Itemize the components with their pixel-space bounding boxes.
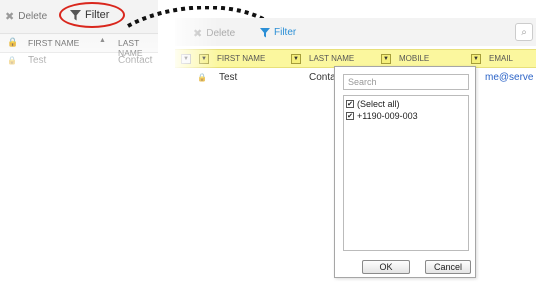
right-delete-label: Delete — [206, 28, 236, 39]
filter-option-mobile-value[interactable]: ✔ +1190-009-003 — [346, 110, 418, 122]
search-icon[interactable]: ⌕ — [515, 23, 533, 41]
col-first-name-label: FIRST NAME — [217, 54, 266, 63]
funnel-icon — [260, 27, 270, 38]
left-delete-label: Delete — [18, 11, 48, 22]
close-icon: ✖ — [193, 28, 203, 40]
filter-dropdown-button[interactable]: ▼ — [381, 53, 391, 64]
left-cell-first-name: Test — [28, 55, 47, 66]
ok-button[interactable]: OK — [362, 260, 410, 274]
highlight-oval — [59, 2, 125, 28]
checkbox-checked-icon[interactable]: ✔ — [346, 100, 354, 108]
right-filter-button[interactable]: Filter — [260, 27, 296, 38]
left-col-first-name[interactable]: FIRST NAME — [28, 38, 79, 48]
col-email-label: EMAIL — [489, 54, 514, 63]
column-first-name[interactable]: ▼ FIRST NAME ▲ — [199, 50, 296, 67]
sort-ascending-icon[interactable]: ▲ — [99, 37, 106, 44]
row-lock-icon: 🔒 — [197, 73, 207, 82]
checkbox-checked-icon[interactable]: ✔ — [346, 112, 354, 120]
close-icon: ✖ — [5, 11, 15, 23]
filter-option-select-all[interactable]: ✔ (Select all) — [346, 98, 400, 110]
lock-icon: 🔒 — [7, 37, 19, 47]
cell-first-name: Test — [219, 72, 238, 83]
col-mobile-label: MOBILE — [399, 54, 430, 63]
filter-dropdown-button[interactable]: ▼ — [471, 53, 481, 64]
column-mobile[interactable]: ▼ MOBILE — [381, 50, 429, 67]
option-label: +1190-009-003 — [357, 111, 418, 121]
filter-dropdown-button[interactable]: ▼ — [291, 53, 301, 64]
option-label: (Select all) — [357, 99, 400, 109]
select-column-cell: ▼ — [181, 50, 191, 67]
filter-dropdown-button[interactable]: ▼ — [199, 53, 209, 64]
right-toolbar: ✖ Delete Filter ⌕ — [175, 18, 536, 46]
row-lock-icon: 🔒 — [7, 56, 17, 65]
left-delete-button[interactable]: ✖ Delete — [5, 10, 47, 23]
column-last-name[interactable]: ▼ LAST NAME — [291, 50, 354, 67]
col-last-name-label: LAST NAME — [309, 54, 355, 63]
chevron-down-icon[interactable]: ▼ — [181, 53, 191, 64]
column-email[interactable]: ▼ EMAIL — [471, 50, 513, 67]
right-filter-label: Filter — [274, 27, 297, 38]
cancel-button[interactable]: Cancel — [425, 260, 471, 274]
cell-last-name: Conta — [309, 72, 336, 83]
filter-options-list: ✔ (Select all) ✔ +1190-009-003 — [343, 95, 469, 251]
cell-email[interactable]: me@serve — [485, 72, 534, 83]
filter-search-input[interactable] — [343, 74, 469, 90]
right-delete-button[interactable]: ✖ Delete — [193, 27, 235, 40]
filter-popup: ✔ (Select all) ✔ +1190-009-003 OK Cancel — [334, 66, 476, 278]
